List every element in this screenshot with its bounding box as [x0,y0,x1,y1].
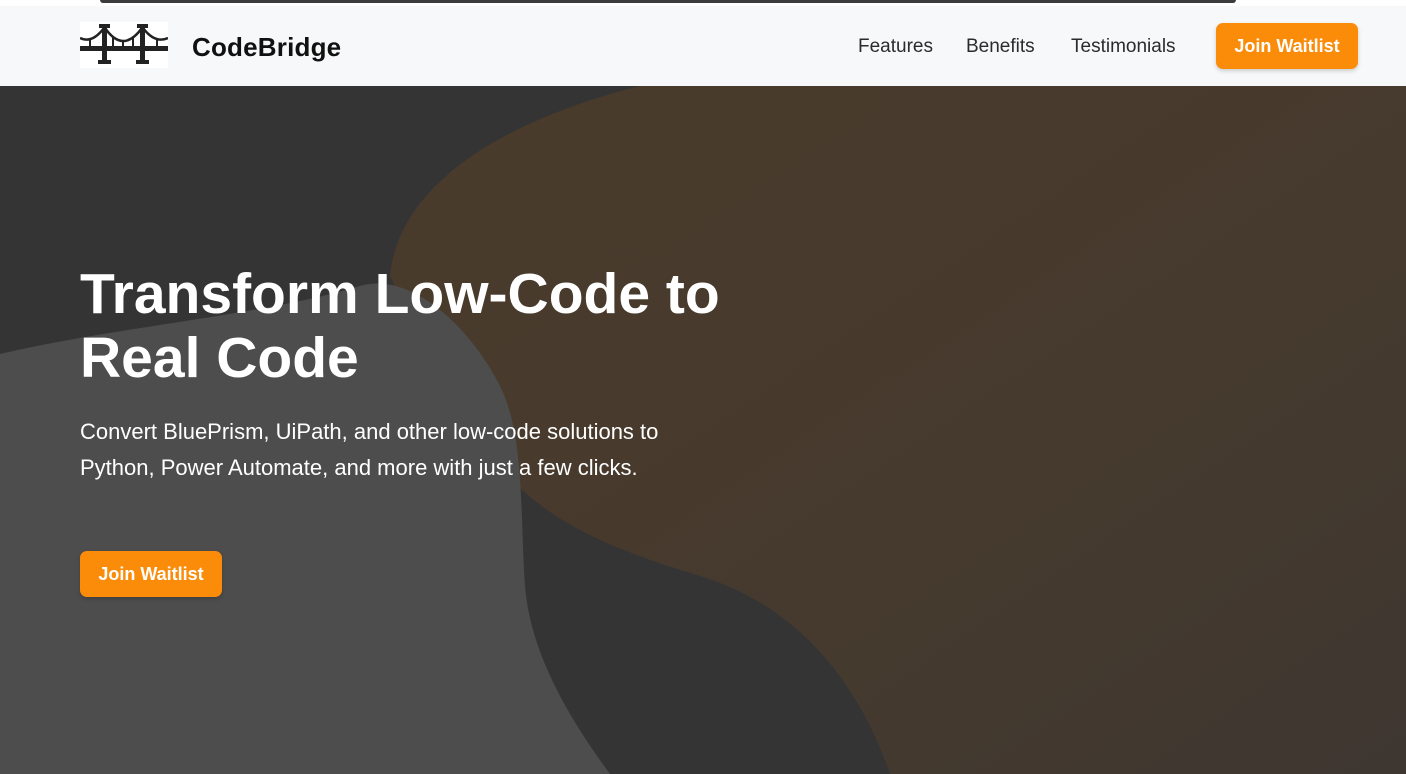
hero-join-waitlist-button[interactable]: Join Waitlist [80,551,222,597]
bridge-icon[interactable] [79,22,169,68]
nav-join-waitlist-button[interactable]: Join Waitlist [1216,23,1358,69]
nav-link-benefits[interactable]: Benefits [966,36,1035,58]
browser-top-strip [0,0,1406,6]
nav-link-testimonials[interactable]: Testimonials [1071,36,1176,58]
hero-subtitle: Convert BluePrism, UiPath, and other low… [80,419,659,480]
hero-title: Transform Low-Code to Real Code [80,262,720,390]
navbar: CodeBridge Features Benefits Testimonial… [0,6,1406,86]
brand-name[interactable]: CodeBridge [192,32,341,63]
browser-address-bar-edge [100,0,1236,3]
nav-link-features[interactable]: Features [858,36,933,58]
